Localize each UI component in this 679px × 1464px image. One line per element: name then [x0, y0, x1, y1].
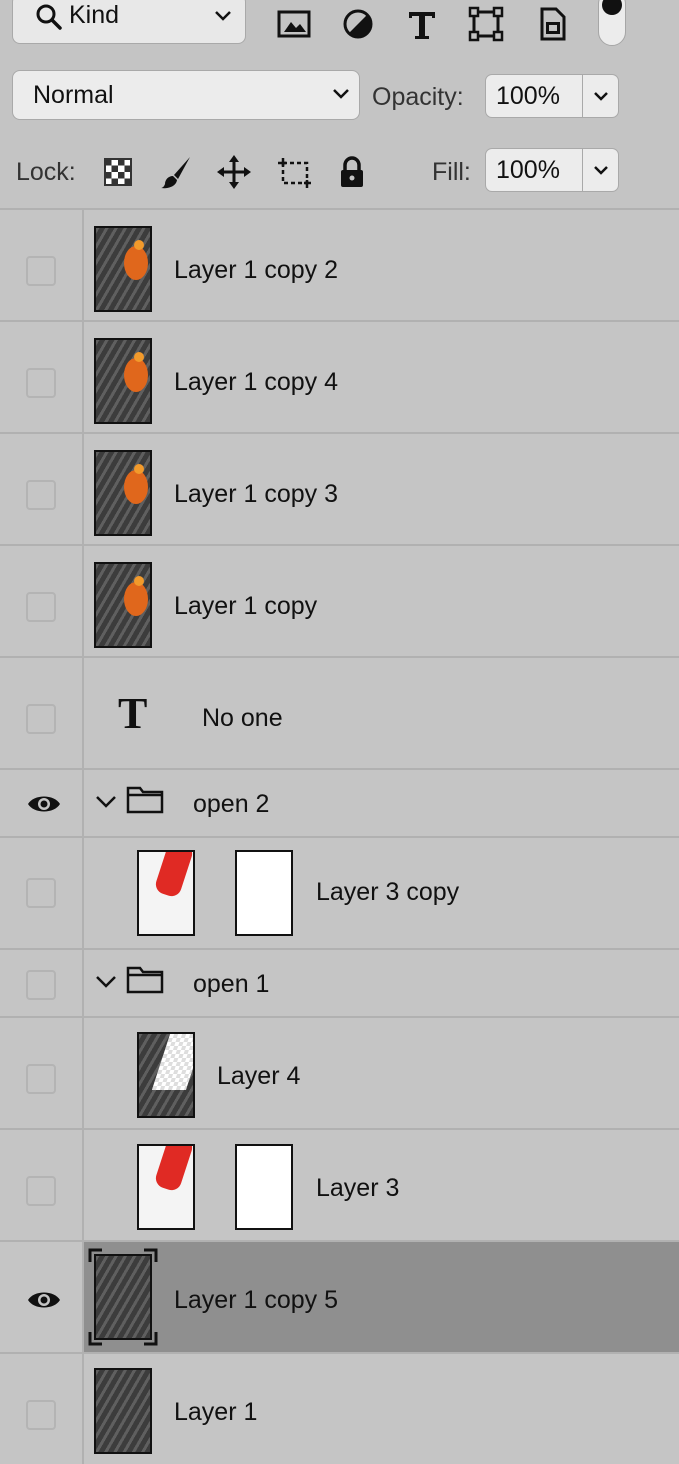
smart-object-filter-icon[interactable]: [534, 6, 570, 42]
visibility-column: [0, 1242, 84, 1352]
shape-filter-icon[interactable]: [468, 6, 504, 42]
group-name: open 2: [193, 790, 270, 818]
chevron-down-icon[interactable]: [94, 974, 118, 990]
blend-mode-value: Normal: [33, 81, 114, 109]
layer-row[interactable]: Layer 1 copy 4: [0, 320, 679, 432]
lock-label: Lock:: [16, 158, 76, 186]
layer-row[interactable]: T No one: [0, 656, 679, 768]
opacity-input[interactable]: 100%: [485, 74, 583, 118]
layer-thumbnail: [94, 1368, 152, 1454]
folder-icon: [126, 966, 164, 994]
group-name: open 1: [193, 970, 270, 998]
chevron-down-icon: [594, 92, 608, 101]
visibility-toggle[interactable]: [26, 480, 56, 510]
pixel-filter-icon[interactable]: [276, 6, 312, 42]
filter-kind-dropdown[interactable]: Kind: [12, 0, 246, 44]
layer-row[interactable]: Layer 4: [0, 1016, 679, 1128]
visibility-toggle[interactable]: [26, 1400, 56, 1430]
layer-name: Layer 1 copy 5: [174, 1286, 338, 1314]
layer-thumbnail: [137, 1144, 195, 1230]
layer-name: Layer 1 copy 4: [174, 368, 338, 396]
folder-icon: [126, 786, 164, 814]
search-icon: [36, 4, 62, 30]
layer-name: Layer 3: [316, 1174, 400, 1202]
chevron-down-icon: [594, 166, 608, 175]
visibility-column: [0, 434, 84, 544]
adjustment-filter-icon[interactable]: [340, 6, 376, 42]
layer-row[interactable]: Layer 3: [0, 1128, 679, 1240]
filter-toggle[interactable]: [598, 0, 626, 46]
lock-artboard-icon[interactable]: [276, 154, 312, 190]
layer-name: Layer 1: [174, 1398, 258, 1426]
visibility-toggle[interactable]: [26, 704, 56, 734]
visibility-toggle[interactable]: [26, 256, 56, 286]
chevron-down-icon: [215, 11, 231, 21]
visibility-toggle[interactable]: [26, 878, 56, 908]
fill-input[interactable]: 100%: [485, 148, 583, 192]
eye-icon[interactable]: [26, 1288, 62, 1312]
visibility-column: [0, 1354, 84, 1464]
layer-name: Layer 4: [217, 1062, 301, 1090]
fill-label: Fill:: [432, 158, 471, 186]
visibility-column: [0, 770, 84, 836]
filter-kind-label: Kind: [69, 1, 120, 29]
layer-name: Layer 3 copy: [316, 878, 460, 906]
layer-thumbnail: [137, 1032, 195, 1118]
layer-filter-bar: Kind: [0, 0, 679, 58]
visibility-column: [0, 950, 84, 1016]
layer-row[interactable]: Layer 1 copy 3: [0, 432, 679, 544]
visibility-column: [0, 1130, 84, 1240]
opacity-label: Opacity:: [372, 83, 464, 111]
layer-name: Layer 1 copy: [174, 592, 318, 620]
visibility-toggle[interactable]: [26, 1064, 56, 1094]
visibility-column: [0, 658, 84, 768]
chevron-down-icon: [333, 89, 349, 99]
group-row[interactable]: open 1: [0, 948, 679, 1016]
fill-dropdown-button[interactable]: [583, 148, 619, 192]
visibility-toggle[interactable]: [26, 970, 56, 1000]
type-layer-icon: T: [118, 689, 148, 738]
layer-mask-thumbnail[interactable]: [235, 850, 293, 936]
group-row[interactable]: open 2: [0, 768, 679, 836]
selection-frame-icon: [88, 1248, 158, 1346]
type-filter-icon[interactable]: [404, 6, 440, 42]
layer-thumbnail: [94, 338, 152, 424]
blend-options-row: Normal Opacity: 100%: [0, 58, 679, 134]
layer-row-selected[interactable]: Layer 1 copy 5: [0, 1240, 679, 1352]
lock-position-icon[interactable]: [216, 154, 252, 190]
lock-options-row: Lock: Fill: 100%: [0, 134, 679, 208]
lock-pixels-icon[interactable]: [158, 154, 194, 190]
layer-thumbnail: [137, 850, 195, 936]
visibility-column: [0, 838, 84, 948]
visibility-column: [0, 1018, 84, 1128]
layer-thumbnail: [94, 450, 152, 536]
opacity-dropdown-button[interactable]: [583, 74, 619, 118]
layer-name: No one: [202, 704, 283, 732]
layer-row[interactable]: Layer 1: [0, 1352, 679, 1464]
visibility-toggle[interactable]: [26, 368, 56, 398]
blend-mode-dropdown[interactable]: Normal: [12, 70, 360, 120]
visibility-column: [0, 322, 84, 432]
visibility-toggle[interactable]: [26, 592, 56, 622]
chevron-down-icon[interactable]: [94, 794, 118, 810]
lock-all-icon[interactable]: [334, 154, 370, 190]
visibility-toggle[interactable]: [26, 1176, 56, 1206]
layer-thumbnail: [94, 226, 152, 312]
layer-row[interactable]: Layer 1 copy: [0, 544, 679, 656]
layer-name: Layer 1 copy 2: [174, 256, 338, 284]
visibility-column: [0, 210, 84, 320]
layer-row[interactable]: Layer 1 copy 2: [0, 208, 679, 320]
toggle-knob: [602, 0, 622, 15]
layer-name: Layer 1 copy 3: [174, 480, 338, 508]
layer-mask-thumbnail[interactable]: [235, 1144, 293, 1230]
lock-transparent-icon[interactable]: [100, 154, 136, 190]
eye-icon[interactable]: [26, 792, 62, 816]
layer-row[interactable]: Layer 3 copy: [0, 836, 679, 948]
layer-thumbnail: [94, 562, 152, 648]
visibility-column: [0, 546, 84, 656]
